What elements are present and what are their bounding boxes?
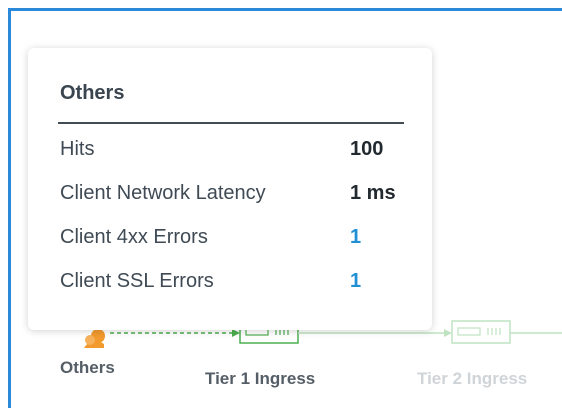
metric-row-client-ssl-errors: Client SSL Errors 1 [60, 270, 406, 300]
metric-label: Client 4xx Errors [60, 226, 208, 248]
node-label-tier2-ingress[interactable]: Tier 2 Ingress [417, 369, 527, 389]
metric-label: Client Network Latency [60, 182, 266, 204]
metric-row-client-network-latency: Client Network Latency 1 ms [60, 182, 406, 212]
node-details-popover: Others Hits 100 Client Network Latency 1… [28, 48, 432, 330]
client-users-icon[interactable] [84, 329, 105, 348]
metric-label: Hits [60, 138, 95, 160]
metric-row-hits: Hits 100 [60, 138, 406, 168]
metric-value-link[interactable]: 1 [350, 270, 361, 293]
connector-arrow-icon [232, 329, 240, 337]
connector-arrow-icon [444, 329, 452, 337]
metric-value: 1 ms [350, 182, 396, 204]
metric-label: Client SSL Errors [60, 270, 214, 292]
node-label-tier1-ingress[interactable]: Tier 1 Ingress [205, 369, 315, 389]
metric-value-link[interactable]: 1 [350, 226, 361, 249]
popover-divider [58, 122, 404, 124]
popover-title: Others [60, 82, 125, 104]
metric-value: 100 [350, 138, 384, 160]
node-label-others[interactable]: Others [60, 358, 115, 378]
metric-row-client-4xx-errors: Client 4xx Errors 1 [60, 226, 406, 256]
load-balancer-icon[interactable] [451, 320, 511, 344]
